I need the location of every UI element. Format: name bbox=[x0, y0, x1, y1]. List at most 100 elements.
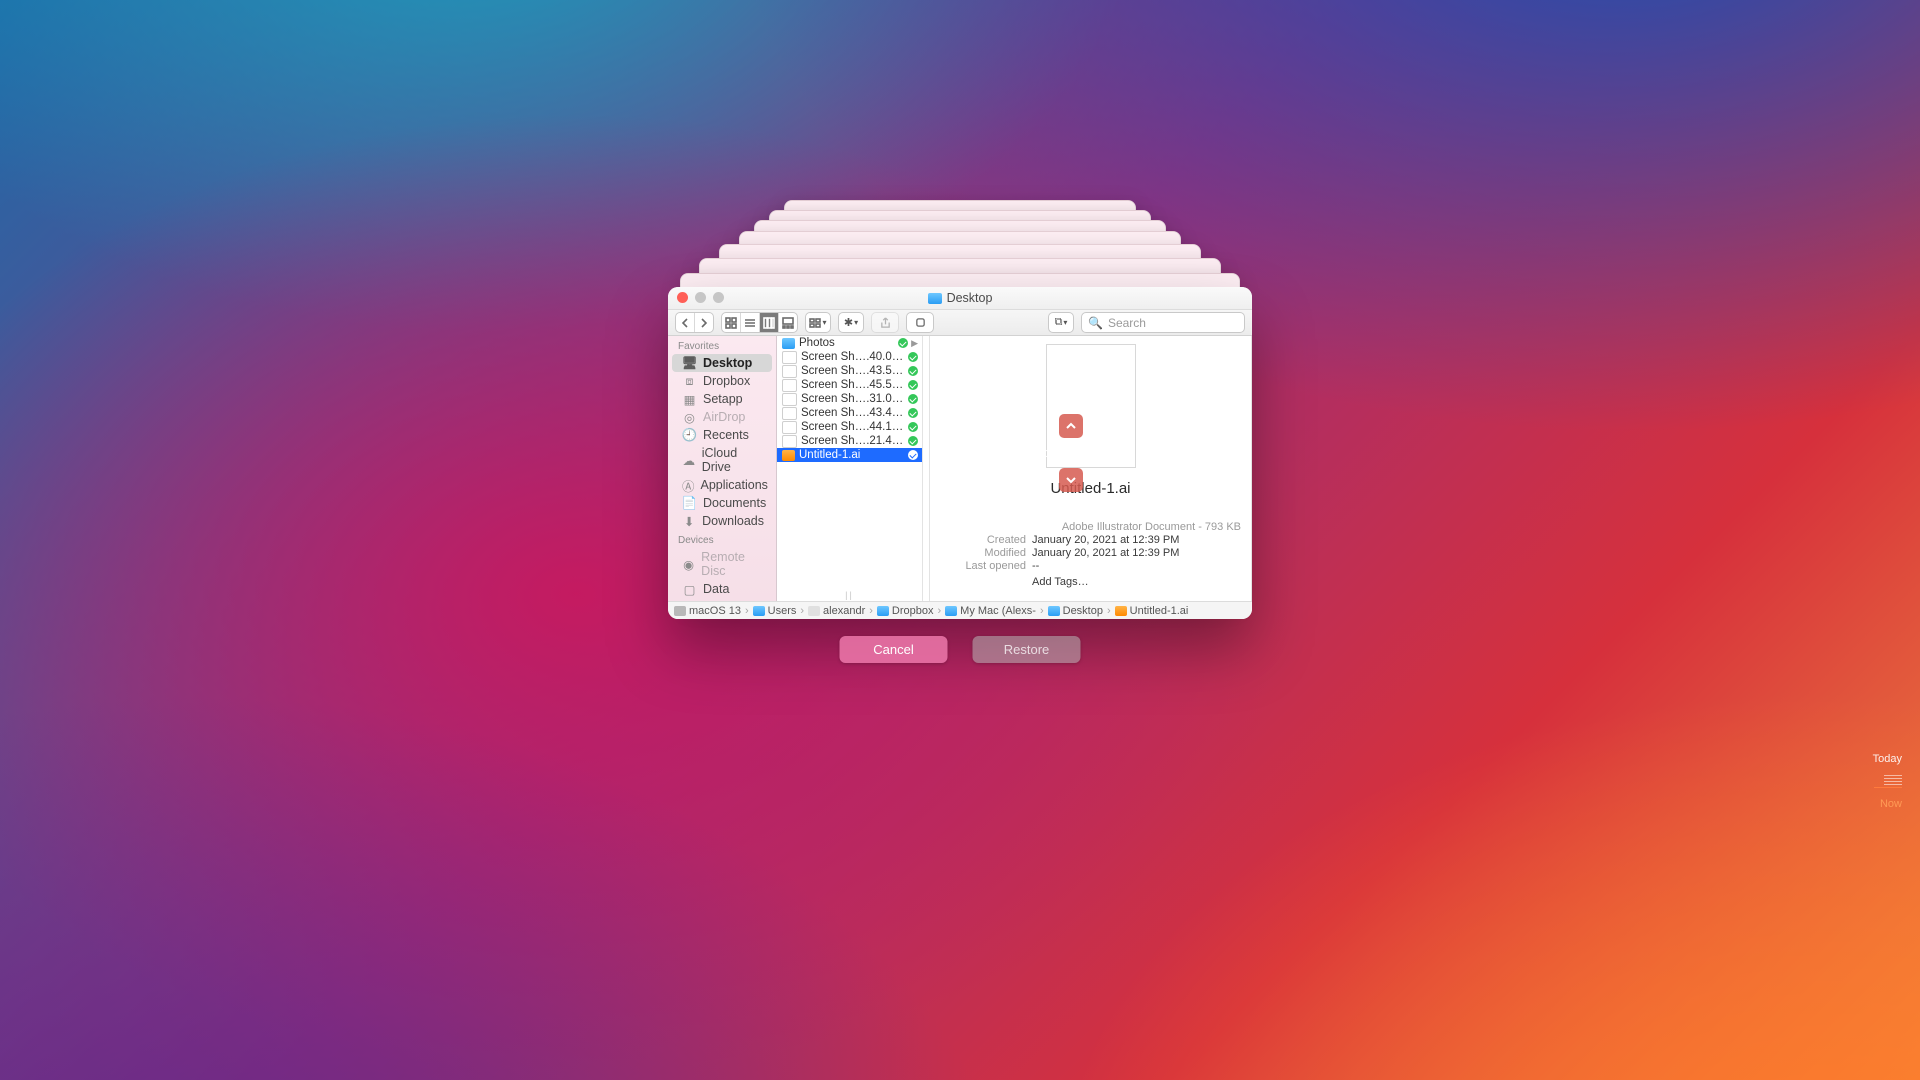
view-list-button[interactable] bbox=[740, 313, 759, 332]
image-icon bbox=[782, 407, 797, 420]
minimize-button[interactable] bbox=[695, 292, 706, 303]
share-button[interactable] bbox=[871, 312, 899, 333]
image-icon bbox=[782, 351, 797, 364]
path-segment[interactable]: Users bbox=[753, 605, 797, 617]
file-row[interactable]: Photos▶ bbox=[777, 336, 922, 350]
zoom-button[interactable] bbox=[713, 292, 724, 303]
add-tags-link[interactable]: Add Tags… bbox=[1032, 576, 1089, 588]
sync-badge-icon bbox=[908, 366, 918, 376]
preview-kind-size: Adobe Illustrator Document - 793 KB bbox=[940, 521, 1241, 533]
sidebar-item-label: Data bbox=[703, 582, 729, 596]
search-placeholder: Search bbox=[1108, 316, 1146, 330]
file-row[interactable]: Screen Sh….40.05 PM bbox=[777, 350, 922, 364]
file-row[interactable]: Screen Sh….43.54 PM bbox=[777, 364, 922, 378]
hd-icon: ▢ bbox=[682, 583, 697, 596]
sidebar-item-documents[interactable]: 📄Documents bbox=[672, 494, 772, 512]
path-label: My Mac (Alexs- bbox=[960, 605, 1036, 617]
column-browser: Photos▶Screen Sh….40.05 PMScreen Sh….43.… bbox=[777, 336, 1252, 601]
sidebar-item-applications[interactable]: ⒶApplications bbox=[672, 476, 772, 494]
airdrop-icon: ◎ bbox=[682, 411, 697, 424]
close-button[interactable] bbox=[677, 292, 688, 303]
hd-icon: ▢ bbox=[682, 601, 697, 602]
file-row[interactable]: Screen Sh….21.46 PM bbox=[777, 434, 922, 448]
sidebar-item-label: TM bbox=[703, 600, 721, 601]
sidebar-item-label: Recents bbox=[703, 428, 749, 442]
hd-icon bbox=[674, 606, 686, 616]
sync-badge-icon bbox=[908, 436, 918, 446]
file-row[interactable]: Screen Sh….43.42 PM bbox=[777, 406, 922, 420]
file-name: Screen Sh….31.08 PM bbox=[801, 393, 905, 405]
image-icon bbox=[782, 393, 797, 406]
sidebar-item-tm[interactable]: ▢ TM bbox=[672, 598, 772, 601]
path-segment[interactable]: Dropbox bbox=[877, 605, 934, 617]
sidebar-item-label: Documents bbox=[703, 496, 766, 510]
sidebar-item-label: Remote Disc bbox=[701, 550, 764, 578]
finder-window: Desktop ▾ ✱▾ ⧉▾ 🔍 Search bbox=[668, 287, 1252, 619]
sidebar-item-label: AirDrop bbox=[703, 410, 745, 424]
file-row[interactable]: Untitled-1.ai bbox=[777, 448, 922, 462]
cancel-button[interactable]: Cancel bbox=[840, 636, 948, 663]
modified-value: January 20, 2021 at 12:39 PM bbox=[1032, 547, 1179, 559]
group-by[interactable]: ▾ bbox=[805, 312, 831, 333]
sidebar-item-data[interactable]: ▢ Data bbox=[672, 580, 772, 598]
file-row[interactable]: Screen Sh….44.13 PM bbox=[777, 420, 922, 434]
sidebar-item-airdrop[interactable]: ◎ AirDrop bbox=[672, 408, 772, 426]
sync-badge-icon bbox=[908, 422, 918, 432]
view-icons-button[interactable] bbox=[722, 313, 740, 332]
search-field[interactable]: 🔍 Search bbox=[1081, 312, 1245, 333]
sync-badge-icon bbox=[898, 338, 908, 348]
timeline-nav: Today (Now) bbox=[1036, 414, 1106, 492]
view-switcher bbox=[721, 312, 798, 333]
ai-icon bbox=[782, 450, 795, 461]
file-name: Screen Sh….45.59 PM bbox=[801, 379, 905, 391]
clock-icon: 🕘 bbox=[682, 429, 697, 442]
sidebar-item-desktop[interactable]: 🖥Desktop bbox=[672, 354, 772, 372]
path-segment[interactable]: Desktop bbox=[1048, 605, 1103, 617]
gear-icon: ✱ bbox=[844, 316, 853, 329]
forward-button[interactable] bbox=[694, 313, 713, 332]
path-segment[interactable]: My Mac (Alexs- bbox=[945, 605, 1036, 617]
sidebar-item-setapp[interactable]: ▦Setapp bbox=[672, 390, 772, 408]
file-name: Screen Sh….44.13 PM bbox=[801, 421, 905, 433]
ruler-ticks bbox=[1874, 775, 1902, 788]
path-separator: › bbox=[938, 605, 942, 617]
sync-badge-icon bbox=[908, 450, 918, 460]
path-separator: › bbox=[1107, 605, 1111, 617]
dropbox-menu[interactable]: ⧉▾ bbox=[1048, 312, 1074, 333]
column-resize-handle[interactable]: || bbox=[777, 590, 922, 600]
sidebar-item-downloads[interactable]: ⬇Downloads bbox=[672, 512, 772, 530]
path-segment[interactable]: macOS 13 bbox=[674, 605, 741, 617]
file-row[interactable]: Screen Sh….31.08 PM bbox=[777, 392, 922, 406]
sidebar-item-dropbox[interactable]: ⧈Dropbox bbox=[672, 372, 772, 390]
titlebar: Desktop bbox=[668, 287, 1252, 310]
timeline-down-button[interactable] bbox=[1059, 468, 1083, 492]
view-columns-button[interactable] bbox=[759, 313, 778, 332]
restore-button[interactable]: Restore bbox=[973, 636, 1081, 663]
tag-button[interactable] bbox=[906, 312, 934, 333]
sidebar-item-label: Dropbox bbox=[703, 374, 750, 388]
sidebar-item-icloud-drive[interactable]: ☁iCloud Drive bbox=[672, 444, 772, 476]
sidebar-item-remote-disc[interactable]: ◉ Remote Disc bbox=[672, 548, 772, 580]
toolbar: ▾ ✱▾ ⧉▾ 🔍 Search bbox=[668, 310, 1252, 336]
image-icon bbox=[782, 365, 797, 378]
action-menu[interactable]: ✱▾ bbox=[838, 312, 864, 333]
file-name: Screen Sh….40.05 PM bbox=[801, 351, 905, 363]
path-segment[interactable]: Untitled-1.ai bbox=[1115, 605, 1189, 617]
timeline-up-button[interactable] bbox=[1059, 414, 1083, 438]
disc-icon: ◉ bbox=[682, 558, 695, 571]
sidebar-header-favorites: Favorites bbox=[668, 336, 776, 354]
sync-badge-icon bbox=[908, 352, 918, 362]
nav-back-forward bbox=[675, 312, 714, 333]
file-row[interactable]: Screen Sh….45.59 PM bbox=[777, 378, 922, 392]
dropbox-icon: ⧉ bbox=[1055, 316, 1063, 329]
path-label: macOS 13 bbox=[689, 605, 741, 617]
sync-badge-icon bbox=[908, 408, 918, 418]
sync-badge-icon bbox=[908, 394, 918, 404]
sidebar-item-recents[interactable]: 🕘 Recents bbox=[672, 426, 772, 444]
path-label: alexandr bbox=[823, 605, 865, 617]
created-value: January 20, 2021 at 12:39 PM bbox=[1032, 534, 1179, 546]
back-button[interactable] bbox=[676, 313, 694, 332]
path-segment[interactable]: alexandr bbox=[808, 605, 865, 617]
image-icon bbox=[782, 379, 797, 392]
view-gallery-button[interactable] bbox=[778, 313, 797, 332]
